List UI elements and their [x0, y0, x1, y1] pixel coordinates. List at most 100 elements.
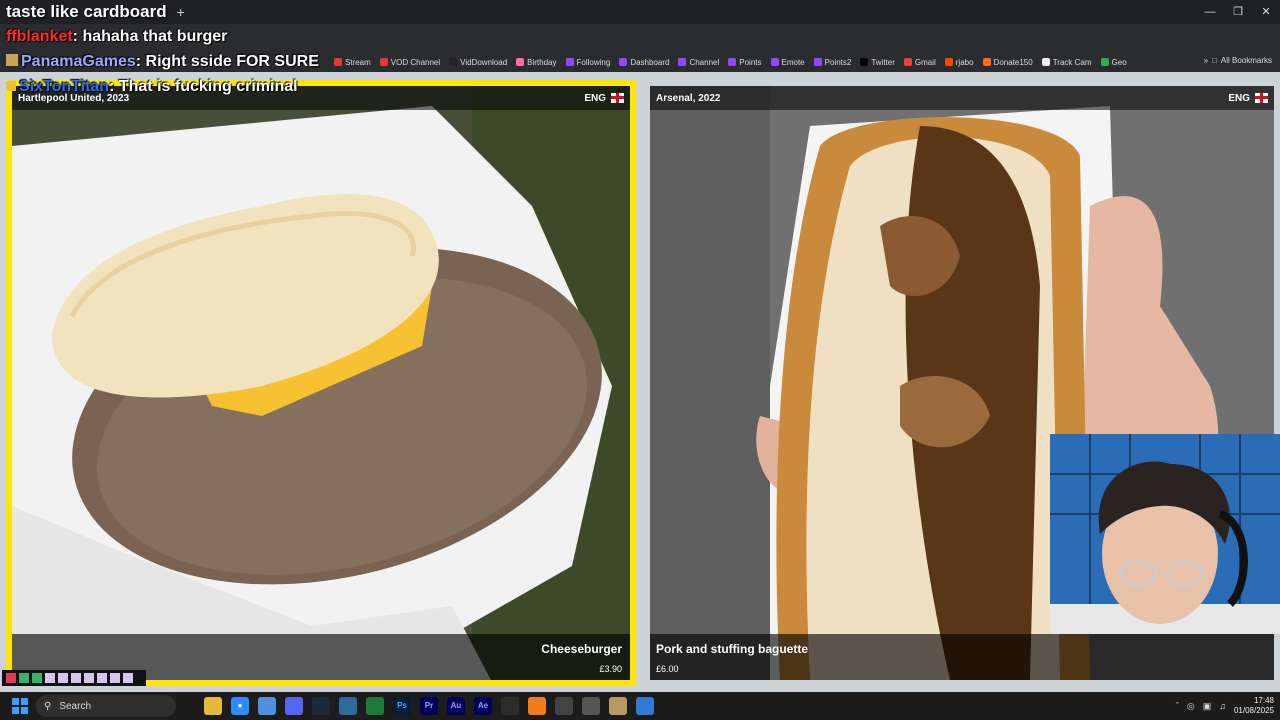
bookmark-label: Stream: [345, 57, 371, 67]
card-header: Arsenal, 2022 ENG: [650, 86, 1274, 110]
cheeseburger-image: [12, 86, 630, 680]
bookmark-item[interactable]: Channel: [678, 58, 719, 67]
excel-icon[interactable]: [366, 697, 384, 715]
bookmark-item[interactable]: VidDownload: [449, 58, 507, 67]
chat-line: ffblanket: hahaha that burger: [6, 28, 227, 46]
country-code: ENG: [584, 92, 606, 104]
chat-line: SixTonTitan: That is fucking criminal: [6, 78, 298, 96]
taskbar: ⚲ Search ● Ps Pr Au Ae ˆ ◎ ▣ ♫ 17:48 01/…: [0, 692, 1280, 720]
bookmark-favicon-icon: [860, 58, 869, 66]
bookmark-item[interactable]: Points2: [813, 57, 852, 67]
bookmark-item[interactable]: Donate150: [982, 57, 1033, 67]
window-controls: — ❐ ✕: [1196, 0, 1280, 24]
bookmark-label: Points2: [824, 57, 852, 67]
chevron-up-icon[interactable]: ˆ: [1176, 701, 1179, 711]
bookmark-label: Birthday: [527, 57, 557, 67]
bookmark-item[interactable]: Dashboard: [619, 58, 669, 67]
vlc-icon[interactable]: [528, 697, 546, 715]
file-explorer-icon[interactable]: [204, 697, 222, 715]
bookmark-favicon-icon: [903, 58, 912, 66]
bookmark-item[interactable]: Twitter: [860, 58, 895, 67]
bookmark-item[interactable]: rjabo: [944, 57, 974, 67]
volume-icon[interactable]: ♫: [1219, 701, 1226, 711]
swatch: [6, 673, 16, 683]
bookmark-favicon-icon: [379, 58, 388, 66]
chat-sep: :: [72, 28, 78, 45]
chat-text: hahaha that burger: [82, 28, 228, 45]
app-icon[interactable]: [636, 697, 654, 715]
all-bookmarks-label: All Bookmarks: [1220, 56, 1272, 65]
item-price: £6.00: [656, 664, 679, 674]
minimize-icon[interactable]: —: [1196, 0, 1224, 24]
bookmark-favicon-icon: [619, 58, 628, 66]
bookmark-label: Donate150: [993, 57, 1033, 67]
chat-badge-icon: [6, 81, 16, 91]
after-effects-icon[interactable]: Ae: [474, 697, 492, 715]
england-flag-icon: [611, 92, 624, 103]
bookmark-favicon-icon: [334, 58, 342, 66]
audition-icon[interactable]: Au: [447, 697, 465, 715]
close-icon[interactable]: ✕: [1252, 0, 1280, 24]
premiere-icon[interactable]: Pr: [420, 697, 438, 715]
bookmark-item[interactable]: Gmail: [903, 57, 936, 67]
window: taste like cardboard + — ❐ ✕ ☆ ▦ ☰ ◉ ⋮ S…: [0, 0, 1280, 720]
all-bookmarks[interactable]: » □ All Bookmarks: [1204, 56, 1272, 65]
obs-icon[interactable]: [555, 697, 573, 715]
chat-sep: :: [135, 53, 142, 70]
bookmark-favicon-icon: [678, 58, 687, 66]
bookmark-favicon-icon: [728, 58, 737, 66]
streamer-image: [1050, 434, 1280, 634]
chevron-right-icon[interactable]: »: [1204, 56, 1208, 65]
steam-icon[interactable]: [312, 697, 330, 715]
bookmark-item[interactable]: Following: [565, 58, 610, 67]
chrome-icon[interactable]: ●: [231, 697, 249, 715]
webcam-overlay: [1050, 434, 1280, 634]
bookmark-item[interactable]: Track Cam: [1041, 58, 1092, 67]
bookmark-item[interactable]: Emote: [770, 58, 805, 67]
country-tag: ENG: [584, 93, 624, 104]
network-icon[interactable]: ▣: [1203, 701, 1212, 712]
item-name: Pork and stuffing baguette: [656, 642, 809, 656]
swatch: [71, 673, 81, 683]
new-tab-button[interactable]: +: [177, 4, 185, 20]
app-icon[interactable]: [609, 697, 627, 715]
bookmark-label: VOD Channel: [390, 57, 441, 67]
search-icon: ⚲: [44, 700, 52, 712]
choice-card-left[interactable]: Hartlepool United, 2023 ENG Cheeseburger…: [6, 80, 636, 686]
chat-user: SixTonTitan: [19, 78, 110, 95]
app-icon[interactable]: [582, 697, 600, 715]
search-label: Search: [59, 700, 92, 712]
drive-icon[interactable]: [501, 697, 519, 715]
clock[interactable]: 17:48 01/08/2025: [1234, 696, 1274, 716]
bookmark-label: rjabo: [955, 57, 974, 67]
photos-icon[interactable]: [258, 697, 276, 715]
swatch: [32, 673, 42, 683]
taskbar-search[interactable]: ⚲ Search: [36, 695, 176, 717]
bookmark-favicon-icon: [770, 58, 779, 66]
chat-line: PanamaGames: Right sside FOR SURE: [6, 53, 319, 71]
bookmark-favicon-icon: [1100, 58, 1109, 66]
bookmark-item[interactable]: Geo: [1100, 58, 1127, 67]
bookmark-label: Dashboard: [630, 57, 670, 67]
swatch: [110, 673, 120, 683]
swatch: [58, 673, 68, 683]
bookmark-item[interactable]: Points: [728, 58, 762, 67]
tab-title[interactable]: taste like cardboard: [0, 2, 167, 22]
england-flag-icon: [1255, 92, 1268, 103]
bookmark-label: Gmail: [914, 57, 936, 67]
restore-icon[interactable]: ❐: [1224, 0, 1252, 24]
bookmark-favicon-icon: [449, 58, 458, 66]
photoshop-icon[interactable]: Ps: [393, 697, 411, 715]
start-windows-icon[interactable]: [12, 698, 28, 714]
app-icon[interactable]: [339, 697, 357, 715]
chat-text: That is fucking criminal: [118, 78, 298, 95]
bookmark-item[interactable]: Stream: [334, 58, 371, 67]
title-bar: taste like cardboard + — ❐ ✕: [0, 0, 1280, 24]
system-tray: ˆ ◎ ▣ ♫ 17:48 01/08/2025: [1176, 692, 1274, 720]
discord-icon[interactable]: [285, 697, 303, 715]
mic-icon[interactable]: ◎: [1187, 701, 1195, 712]
bookmark-item[interactable]: Birthday: [516, 57, 557, 67]
bookmark-item[interactable]: VOD Channel: [379, 57, 441, 67]
bookmark-favicon-icon: [813, 58, 822, 66]
taskbar-apps: ● Ps Pr Au Ae: [204, 697, 654, 715]
